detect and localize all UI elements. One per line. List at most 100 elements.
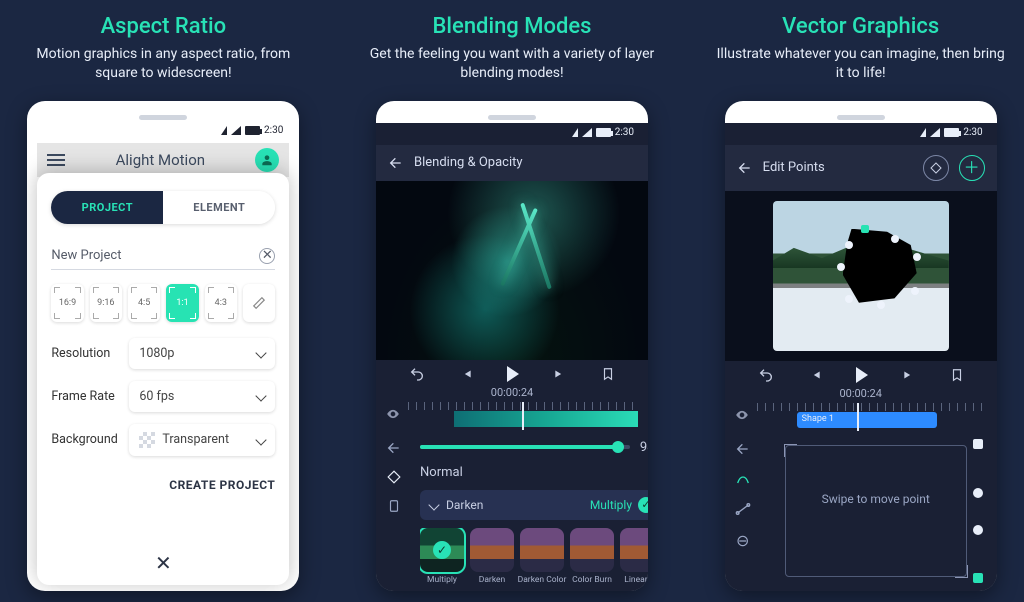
back-button[interactable]: [388, 155, 404, 171]
vector-point[interactable]: [845, 241, 853, 249]
diamond-button[interactable]: [923, 155, 949, 181]
check-icon: ✓: [638, 497, 648, 513]
vector-point[interactable]: [877, 301, 885, 309]
screen-title: Blending & Opacity: [414, 155, 523, 170]
timeline-cursor[interactable]: [857, 403, 859, 431]
signal-icon: [582, 128, 592, 137]
back-button[interactable]: [737, 160, 753, 176]
blend-thumb-darken-color[interactable]: Darken Color: [520, 528, 564, 585]
blend-thumb-multiply[interactable]: ✓Multiply: [420, 528, 464, 585]
vector-point[interactable]: [837, 263, 845, 271]
panel-subtitle: Illustrate whatever you can imagine, the…: [715, 45, 1006, 83]
vector-point[interactable]: [913, 253, 921, 261]
handle-point[interactable]: [973, 573, 983, 583]
hamburger-icon[interactable]: [47, 151, 65, 169]
status-bar: 2:30: [376, 123, 648, 145]
bookmark-button[interactable]: [950, 368, 964, 382]
network-icon: [572, 128, 578, 137]
timeline-clip[interactable]: Shape 1: [797, 412, 937, 428]
opacity-slider[interactable]: [420, 445, 630, 449]
blend-thumb-color-burn[interactable]: Color Burn: [570, 528, 614, 585]
framerate-dropdown[interactable]: 60 fps: [129, 381, 275, 412]
add-point-button[interactable]: ＋: [959, 155, 985, 181]
preview-canvas[interactable]: [725, 191, 997, 361]
resolution-dropdown[interactable]: 1080p: [129, 338, 275, 369]
skip-end-button[interactable]: [553, 367, 567, 381]
project-name-input[interactable]: New Project ✕: [51, 248, 275, 270]
avatar-button[interactable]: [255, 148, 279, 172]
timeline-clip[interactable]: [454, 411, 638, 427]
chevron-down-icon: [256, 391, 267, 402]
blend-thumb-darken[interactable]: Darken: [470, 528, 514, 585]
undo-button[interactable]: [409, 366, 425, 382]
screen-title: Edit Points: [763, 160, 825, 175]
chevron-down-icon: [256, 348, 267, 359]
handle-point[interactable]: [973, 525, 983, 535]
create-project-button[interactable]: CREATE PROJECT: [51, 478, 275, 492]
feature-panel-blending: Blending Modes Get the feeling you want …: [367, 10, 658, 602]
project-type-segmented: PROJECT ELEMENT: [51, 191, 275, 224]
phone-speaker: [837, 115, 885, 120]
eye-icon[interactable]: [735, 408, 749, 422]
blend-thumb-linear-burn[interactable]: Linear Bu: [620, 528, 648, 585]
timeline-cursor[interactable]: [522, 402, 524, 430]
aspect-4-5[interactable]: 4:5: [128, 284, 160, 322]
timecode: 00:00:24: [725, 387, 997, 400]
skip-start-button[interactable]: [459, 367, 473, 381]
aspect-ratio-picker: 16:9 9:16 4:5 1:1 4:3: [51, 284, 275, 322]
signal-icon: [930, 128, 940, 137]
feature-panel-vector: Vector Graphics Illustrate whatever you …: [715, 10, 1006, 602]
diamond-icon[interactable]: [387, 470, 401, 484]
handle-point[interactable]: [973, 488, 983, 498]
aspect-9-16[interactable]: 9:16: [90, 284, 122, 322]
play-button[interactable]: [856, 367, 868, 383]
aspect-1-1[interactable]: 1:1: [166, 284, 198, 322]
aspect-16-9[interactable]: 16:9: [51, 284, 83, 322]
handle-point[interactable]: [973, 439, 983, 449]
play-button[interactable]: [507, 366, 519, 382]
battery-icon: [596, 128, 611, 137]
transport-controls: [725, 361, 997, 385]
point-handle-rail: [973, 439, 983, 583]
tab-element[interactable]: ELEMENT: [163, 191, 275, 224]
tab-project[interactable]: PROJECT: [51, 191, 163, 224]
status-time: 2:30: [615, 127, 634, 138]
phone-speaker: [488, 115, 536, 120]
app-header: Alight Motion: [37, 143, 289, 177]
vector-point[interactable]: [861, 225, 869, 233]
panel-title: Aspect Ratio: [101, 14, 226, 39]
close-sheet-button[interactable]: ✕: [51, 551, 275, 575]
vector-point[interactable]: [911, 287, 919, 295]
transport-controls: [376, 360, 648, 384]
clear-icon[interactable]: ✕: [259, 248, 275, 264]
bookmark-button[interactable]: [601, 367, 615, 381]
current-blend-mode[interactable]: Normal: [420, 465, 648, 480]
timecode: 00:00:24: [376, 386, 648, 399]
move-point-frame[interactable]: Swipe to move point: [785, 445, 967, 577]
vector-point[interactable]: [845, 295, 853, 303]
battery-icon: [245, 126, 260, 135]
status-time: 2:30: [264, 125, 283, 136]
panel-subtitle: Motion graphics in any aspect ratio, fro…: [18, 45, 309, 83]
preview-canvas[interactable]: [376, 181, 648, 360]
aspect-4-3[interactable]: 4:3: [205, 284, 237, 322]
blend-group-header[interactable]: Darken Multiply ✓: [420, 490, 648, 520]
app-bar: Edit Points ＋: [725, 145, 997, 191]
skip-end-button[interactable]: [902, 368, 916, 382]
undo-button[interactable]: [758, 367, 774, 383]
tool-column: [376, 430, 412, 591]
phone-mockup: 2:30 Blending & Opacity 00:00:24: [376, 101, 648, 591]
battery-icon: [944, 128, 959, 137]
panel-subtitle: Get the feeling you want with a variety …: [367, 45, 658, 83]
back-icon[interactable]: [386, 440, 402, 456]
vector-point[interactable]: [891, 235, 899, 243]
aspect-custom[interactable]: [243, 284, 275, 322]
app-title: Alight Motion: [116, 151, 205, 169]
device-icon[interactable]: [387, 498, 401, 514]
resolution-label: Resolution: [51, 346, 129, 361]
eye-icon[interactable]: [386, 407, 400, 421]
chevron-down-icon: [256, 434, 267, 445]
skip-start-button[interactable]: [808, 368, 822, 382]
signal-icon: [231, 126, 241, 135]
background-dropdown[interactable]: Transparent: [129, 424, 275, 456]
